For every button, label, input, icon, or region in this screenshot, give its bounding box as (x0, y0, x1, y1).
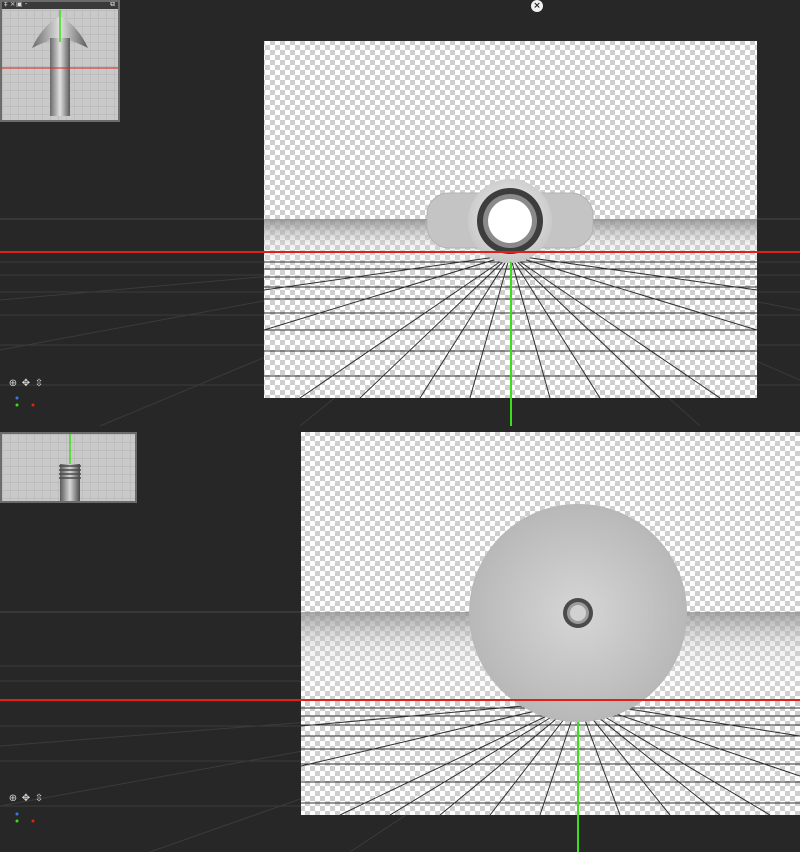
axis-gizmo-top (15, 396, 35, 407)
minimap-bottom[interactable] (0, 432, 137, 503)
pan-icon[interactable]: ✥ (21, 793, 31, 804)
close-button[interactable]: × (531, 0, 543, 12)
scene-top (0, 41, 800, 426)
nav-tools-bottom: ⊕ ✥ ⇳ (8, 793, 44, 804)
minimap-screw-preview (2, 434, 135, 501)
pan-icon[interactable]: ✥ (21, 378, 31, 389)
orbit-icon[interactable]: ⊕ (8, 793, 18, 804)
orbit-icon[interactable]: ⊕ (8, 378, 18, 389)
minimap-arrow-preview (2, 10, 118, 120)
viewport-top[interactable]: × ‡ × ▣ - ⧉ ⊕ ✥ ⇳ (0, 0, 800, 426)
dolly-icon[interactable]: ⇳ (34, 378, 44, 389)
axis-gizmo-bottom (15, 812, 35, 823)
minimap-top[interactable]: ‡ × ▣ - ⧉ (0, 0, 120, 122)
viewport-bottom[interactable]: ⊕ ✥ ⇳ (0, 426, 800, 852)
dolly-icon[interactable]: ⇳ (34, 793, 44, 804)
object-sphere (469, 504, 687, 722)
nav-tools-top: ⊕ ✥ ⇳ (8, 378, 44, 389)
